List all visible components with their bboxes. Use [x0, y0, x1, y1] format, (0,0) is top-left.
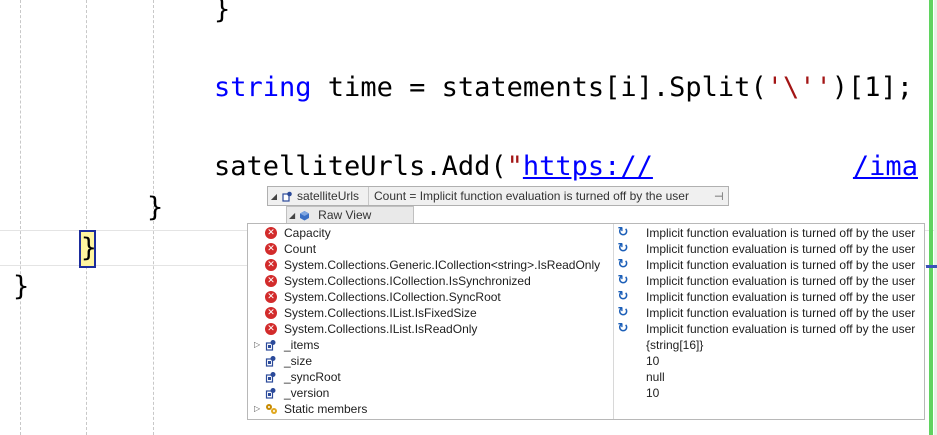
raw-view-icon: [300, 210, 310, 220]
member-row[interactable]: _size 10: [248, 353, 924, 369]
refresh-icon[interactable]: ↻: [617, 306, 629, 319]
member-name: Static members: [284, 402, 368, 416]
member-value: Implicit function evaluation is turned o…: [646, 306, 916, 320]
member-value: 10: [646, 354, 660, 368]
datatip-value[interactable]: Count = Implicit function evaluation is …: [368, 187, 714, 205]
char-literal: '\'': [766, 72, 832, 103]
change-tracking-bar: [929, 0, 933, 435]
datatip-variable-name: satelliteUrls: [297, 189, 360, 203]
private-field-icon: [265, 339, 277, 351]
member-name: _version: [284, 386, 330, 400]
raw-view-item[interactable]: ◢ Raw View: [286, 206, 414, 224]
member-row[interactable]: ▷ Static members: [248, 401, 924, 417]
member-row[interactable]: ▷ _items {string[16]}: [248, 337, 924, 353]
refresh-icon[interactable]: ↻: [617, 322, 629, 335]
member-value: Implicit function evaluation is turned o…: [646, 226, 916, 240]
error-icon: ✕: [265, 259, 277, 271]
code-line-brace-outer[interactable]: }: [13, 271, 29, 303]
member-value: Implicit function evaluation is turned o…: [646, 290, 916, 304]
members-panel[interactable]: ✕ Capacity ↻ Implicit function evaluatio…: [247, 223, 925, 420]
member-row[interactable]: ✕ System.Collections.ICollection.SyncRoo…: [248, 289, 924, 305]
member-name: System.Collections.IList.IsReadOnly: [284, 322, 478, 336]
member-name: Count: [284, 242, 317, 256]
local-variable-icon: [282, 191, 292, 202]
member-row[interactable]: ✕ System.Collections.ICollection.IsSynch…: [248, 273, 924, 289]
error-icon: ✕: [265, 243, 277, 255]
code-text: satelliteUrls.Add(: [214, 151, 507, 182]
refresh-icon[interactable]: ↻: [617, 290, 629, 303]
member-value: Implicit function evaluation is turned o…: [646, 258, 916, 272]
string-quote: ": [506, 151, 523, 182]
member-value: 10: [646, 386, 660, 400]
indent-guide: [20, 0, 21, 435]
error-icon: ✕: [265, 307, 277, 319]
datatip-variable[interactable]: satelliteUrls: [280, 189, 368, 203]
error-icon: ✕: [265, 291, 277, 303]
error-icon: ✕: [265, 227, 277, 239]
code-text: )[1];: [831, 72, 914, 103]
member-row[interactable]: ✕ System.Collections.IList.IsReadOnly ↻ …: [248, 321, 924, 337]
indent-guide: [86, 0, 87, 435]
member-row[interactable]: ✕ Count ↻ Implicit function evaluation i…: [248, 241, 924, 257]
member-value: null: [646, 370, 665, 384]
member-name: _size: [284, 354, 313, 368]
member-name: _syncRoot: [284, 370, 341, 384]
raw-view-label: Raw View: [318, 208, 372, 222]
refresh-icon[interactable]: ↻: [617, 258, 629, 271]
code-line-satellite-add[interactable]: satelliteUrls.Add("https://​/ima: [214, 151, 918, 183]
collapse-arrow-icon[interactable]: ◢: [268, 192, 280, 201]
member-value: {string[16]}: [646, 338, 704, 352]
refresh-icon[interactable]: ↻: [617, 226, 629, 239]
error-icon: ✕: [265, 275, 277, 287]
member-row[interactable]: ✕ System.Collections.Generic.ICollection…: [248, 257, 924, 273]
member-value: Implicit function evaluation is turned o…: [646, 274, 916, 288]
member-row[interactable]: _syncRoot null: [248, 369, 924, 385]
member-name: System.Collections.IList.IsFixedSize: [284, 306, 477, 320]
code-line-brace-top[interactable]: }: [214, 0, 230, 26]
error-icon: ✕: [265, 323, 277, 335]
keyword: string: [214, 72, 312, 103]
member-name: Capacity: [284, 226, 331, 240]
static-members-icon: [265, 403, 277, 415]
pin-icon[interactable]: ⊣: [714, 190, 728, 203]
scrollbar-marker: [926, 265, 937, 268]
member-value: Implicit function evaluation is turned o…: [646, 242, 916, 256]
collapse-arrow-icon[interactable]: ◢: [289, 211, 295, 220]
code-text: time = statements[i].Split(: [311, 72, 767, 103]
refresh-icon[interactable]: ↻: [617, 242, 629, 255]
url-link-redacted: ​: [653, 151, 853, 183]
member-row[interactable]: ✕ Capacity ↻ Implicit function evaluatio…: [248, 225, 924, 241]
private-field-icon: [265, 387, 277, 399]
code-line-string-time[interactable]: string time = statements[i].Split('\'')[…: [214, 72, 913, 104]
member-name: _items: [284, 338, 320, 352]
member-value: Implicit function evaluation is turned o…: [646, 322, 916, 336]
private-field-icon: [265, 355, 277, 367]
member-row[interactable]: _version 10: [248, 385, 924, 401]
member-name: System.Collections.Generic.ICollection<s…: [284, 258, 601, 272]
expand-arrow-icon[interactable]: ▷: [254, 340, 260, 349]
member-row[interactable]: ✕ System.Collections.IList.IsFixedSize ↻…: [248, 305, 924, 321]
datatip-header[interactable]: ◢ satelliteUrls Count = Implicit functio…: [267, 186, 729, 206]
member-name: System.Collections.ICollection.SyncRoot: [284, 290, 501, 304]
expand-arrow-icon[interactable]: ▷: [254, 404, 260, 413]
url-link-start[interactable]: https://: [523, 151, 653, 182]
code-line-brace-inner[interactable]: }: [147, 192, 163, 224]
matched-brace-highlight[interactable]: }: [79, 230, 97, 268]
url-link-end[interactable]: /ima: [853, 151, 918, 182]
private-field-icon: [265, 371, 277, 383]
member-name: System.Collections.ICollection.IsSynchro…: [284, 274, 531, 288]
refresh-icon[interactable]: ↻: [617, 274, 629, 287]
